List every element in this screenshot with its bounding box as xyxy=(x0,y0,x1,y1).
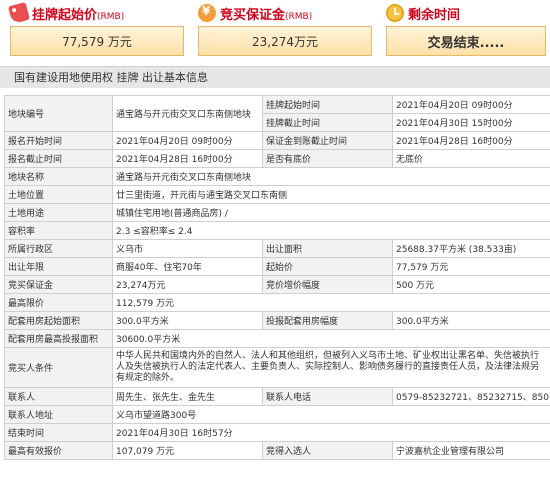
cell-label: 报名截止时间 xyxy=(4,149,113,168)
cell-value: 义乌市 xyxy=(112,239,263,258)
table-row: 配套用房最高投报面积 30600.0平方米 xyxy=(4,329,550,348)
deposit-unit: (RMB) xyxy=(285,11,313,22)
cell-value: 112,579 万元 xyxy=(112,293,550,312)
start-price-unit: (RMB) xyxy=(97,11,125,22)
cell-value: 无底价 xyxy=(392,149,550,168)
table-row: 结束时间 2021年04月30日 16时57分 xyxy=(4,423,550,442)
cell-label: 竞得入选人 xyxy=(262,441,393,460)
table-row: 最高限价 112,579 万元 xyxy=(4,293,550,312)
table-row: 所属行政区 义乌市 出让面积 25688.37平方米 (38.533亩) xyxy=(4,239,550,258)
cell-value: 25688.37平方米 (38.533亩) xyxy=(392,239,550,258)
cell-label: 投报配套用房幅度 xyxy=(262,311,393,330)
deposit-label: 竞买保证金 xyxy=(220,7,286,23)
cell-label: 挂牌截止时间 xyxy=(262,113,393,132)
money-icon xyxy=(198,4,216,22)
start-price-value: 77,579 万元 xyxy=(10,26,184,56)
deposit-value: 23,274万元 xyxy=(198,26,372,56)
cell-value: 通宝路与开元街交叉口东南侧地块 xyxy=(112,95,263,132)
table-row: 最高有效报价 107,079 万元 竞得入选人 宁波嘉杭企业管理有限公司 xyxy=(4,441,550,460)
cell-label: 地块编号 xyxy=(4,95,113,132)
cell-label: 保证金到账截止时间 xyxy=(262,131,393,150)
start-price-stat: 挂牌起始价(RMB) 77,579 万元 xyxy=(7,0,184,56)
cell-value: 0579-85232721、85232715、85016085 xyxy=(392,387,550,406)
table-row: 报名开始时间 2021年04月20日 09时00分 保证金到账截止时间 2021… xyxy=(4,131,550,150)
cell-label: 土地位置 xyxy=(4,185,113,204)
remaining-label: 剩余时间 xyxy=(408,7,461,23)
cell-label: 出让面积 xyxy=(262,239,393,258)
cell-label: 联系人地址 xyxy=(4,405,113,424)
cell-label: 联系人电话 xyxy=(262,387,393,406)
cell-value: 廿三里街道，开元街与通宝路交叉口东南侧 xyxy=(112,185,550,204)
deposit-stat: 竞买保证金(RMB) 23,274万元 xyxy=(198,0,372,56)
cell-label: 出让年限 xyxy=(4,257,113,276)
table-row: 报名截止时间 2021年04月28日 16时00分 是否有底价 无底价 xyxy=(4,149,550,168)
cell-label: 地块名称 xyxy=(4,167,113,186)
cell-label: 最高限价 xyxy=(4,293,113,312)
cell-label: 是否有底价 xyxy=(262,149,393,168)
section-title: 国有建设用地使用权 挂牌 出让基本信息 xyxy=(0,66,550,88)
cell-value: 300.0平方米 xyxy=(112,311,263,330)
cell-label: 容积率 xyxy=(4,221,113,240)
table-row: 地块名称 通宝路与开元街交叉口东南侧地块 xyxy=(4,167,550,186)
cell-label: 最高有效报价 xyxy=(4,441,113,460)
remaining-stat: 剩余时间 交易结束..... xyxy=(386,0,546,56)
cell-value: 300.0平方米 xyxy=(392,311,550,330)
cell-value: 通宝路与开元街交叉口东南侧地块 xyxy=(112,167,550,186)
cell-value: 2021年04月20日 09时00分 xyxy=(112,131,263,150)
table-row: 竞买人条件 中华人民共和国境内外的自然人、法人和其他组织，但被列入义乌市土地、矿… xyxy=(4,347,550,388)
cell-value: 30600.0平方米 xyxy=(112,329,550,348)
cell-value: 77,579 万元 xyxy=(392,257,550,276)
cell-label: 结束时间 xyxy=(4,423,113,442)
cell-label: 竞买保证金 xyxy=(4,275,113,294)
cell-label: 联系人 xyxy=(4,387,113,406)
cell-value: 商服40年、住宅70年 xyxy=(112,257,263,276)
cell-value: 23,274万元 xyxy=(112,275,263,294)
table-row: 出让年限 商服40年、住宅70年 起始价 77,579 万元 xyxy=(4,257,550,276)
cell-value: 义乌市望道路300号 xyxy=(112,405,550,424)
cell-label: 土地用途 xyxy=(4,203,113,222)
cell-label: 报名开始时间 xyxy=(4,131,113,150)
cell-value: 2021年04月20日 09时00分 xyxy=(392,95,550,114)
table-row: 土地用途 城镇住宅用地(普通商品房) / xyxy=(4,203,550,222)
cell-label: 挂牌起始时间 xyxy=(262,95,393,114)
remaining-value: 交易结束..... xyxy=(386,26,546,56)
table-row: 竞买保证金 23,274万元 竞价增价幅度 500 万元 xyxy=(4,275,550,294)
table-row: 地块编号 通宝路与开元街交叉口东南侧地块 挂牌起始时间 2021年04月20日 … xyxy=(4,95,550,132)
cell-value: 城镇住宅用地(普通商品房) / xyxy=(112,203,550,222)
cell-value: 107,079 万元 xyxy=(112,441,263,460)
table-row: 土地位置 廿三里街道，开元街与通宝路交叉口东南侧 xyxy=(4,185,550,204)
cell-value: 500 万元 xyxy=(392,275,550,294)
table-row: 配套用房起始面积 300.0平方米 投报配套用房幅度 300.0平方米 xyxy=(4,311,550,330)
table-row: 联系人地址 义乌市望道路300号 xyxy=(4,405,550,424)
cell-label: 起始价 xyxy=(262,257,393,276)
cell-value: 2021年04月28日 16时00分 xyxy=(112,149,263,168)
table-row: 容积率 2.3 ≤容积率≤ 2.4 xyxy=(4,221,550,240)
info-table: 地块编号 通宝路与开元街交叉口东南侧地块 挂牌起始时间 2021年04月20日 … xyxy=(4,95,550,460)
start-price-label: 挂牌起始价 xyxy=(32,7,98,23)
summary-bar: 挂牌起始价(RMB) 77,579 万元 竞买保证金(RMB) 23,274万元… xyxy=(0,0,550,62)
cell-label: 配套用房最高投报面积 xyxy=(4,329,113,348)
cell-value: 2021年04月28日 16时00分 xyxy=(392,131,550,150)
cell-label: 配套用房起始面积 xyxy=(4,311,113,330)
price-tag-icon xyxy=(7,1,31,25)
clock-icon xyxy=(386,4,404,22)
cell-value: 中华人民共和国境内外的自然人、法人和其他组织，但被列入义乌市土地、矿业权出让黑名… xyxy=(112,347,550,388)
cell-value: 宁波嘉杭企业管理有限公司 xyxy=(392,441,550,460)
cell-value: 2021年04月30日 15时00分 xyxy=(392,113,550,132)
cell-value: 2021年04月30日 16时57分 xyxy=(112,423,550,442)
cell-label: 竞买人条件 xyxy=(4,347,113,388)
cell-label: 所属行政区 xyxy=(4,239,113,258)
cell-value: 周先生、张先生、金先生 xyxy=(112,387,263,406)
cell-value: 2.3 ≤容积率≤ 2.4 xyxy=(112,221,550,240)
table-row: 联系人 周先生、张先生、金先生 联系人电话 0579-85232721、8523… xyxy=(4,387,550,406)
cell-label: 竞价增价幅度 xyxy=(262,275,393,294)
